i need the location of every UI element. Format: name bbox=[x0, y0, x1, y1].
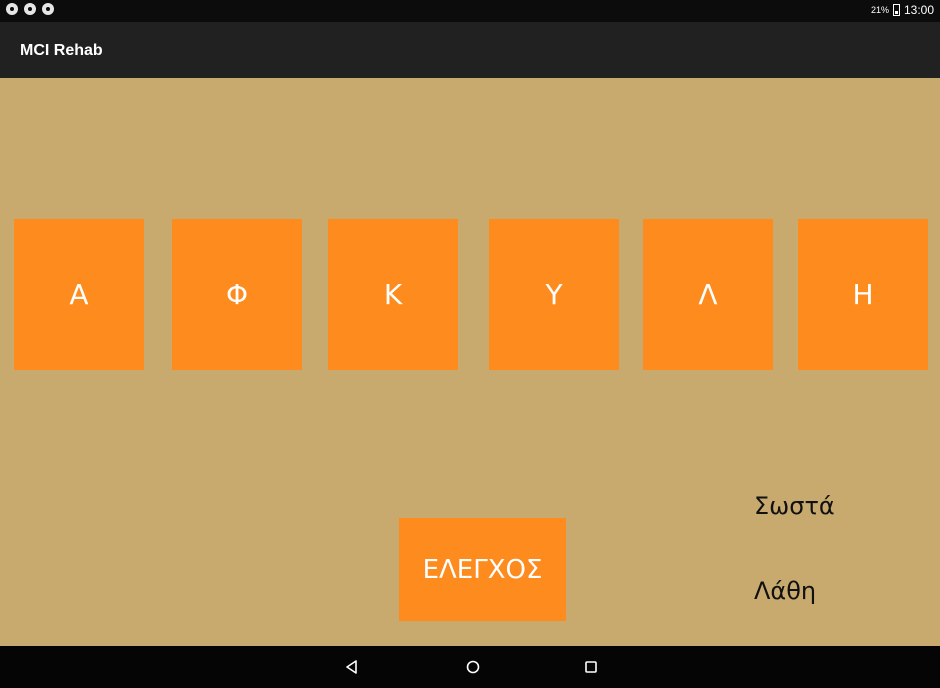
notification-icon bbox=[42, 3, 54, 15]
screen: 21% 13:00 MCI Rehab Α Φ Κ Υ Λ Η ΕΛΕΓΧΟΣ … bbox=[0, 0, 940, 688]
letter-tile-4[interactable]: Υ bbox=[489, 219, 619, 370]
letter-tile-1[interactable]: Α bbox=[14, 219, 144, 370]
letter-tile-6[interactable]: Η bbox=[798, 219, 928, 370]
status-bar: 21% 13:00 bbox=[0, 0, 940, 22]
game-area: Α Φ Κ Υ Λ Η ΕΛΕΓΧΟΣ Σωστά Λάθη bbox=[0, 78, 940, 646]
notification-icon bbox=[24, 3, 36, 15]
check-button[interactable]: ΕΛΕΓΧΟΣ bbox=[399, 518, 566, 621]
notification-icons bbox=[6, 3, 54, 15]
status-time: 13:00 bbox=[903, 3, 934, 17]
back-icon[interactable] bbox=[342, 657, 362, 677]
letter-tile-3[interactable]: Κ bbox=[328, 219, 458, 370]
nav-bar bbox=[0, 646, 940, 688]
battery-icon bbox=[892, 4, 900, 16]
app-title: MCI Rehab bbox=[20, 42, 103, 59]
status-right: 21% 13:00 bbox=[871, 3, 934, 17]
letter-tile-2[interactable]: Φ bbox=[172, 219, 302, 370]
notification-icon bbox=[6, 3, 18, 15]
battery-percent: 21% bbox=[870, 5, 889, 15]
letter-tile-5[interactable]: Λ bbox=[643, 219, 773, 370]
correct-label: Σωστά bbox=[754, 492, 835, 520]
app-bar: MCI Rehab bbox=[0, 22, 940, 78]
wrong-label: Λάθη bbox=[754, 577, 817, 605]
home-icon[interactable] bbox=[463, 657, 483, 677]
recents-icon[interactable] bbox=[581, 657, 601, 677]
